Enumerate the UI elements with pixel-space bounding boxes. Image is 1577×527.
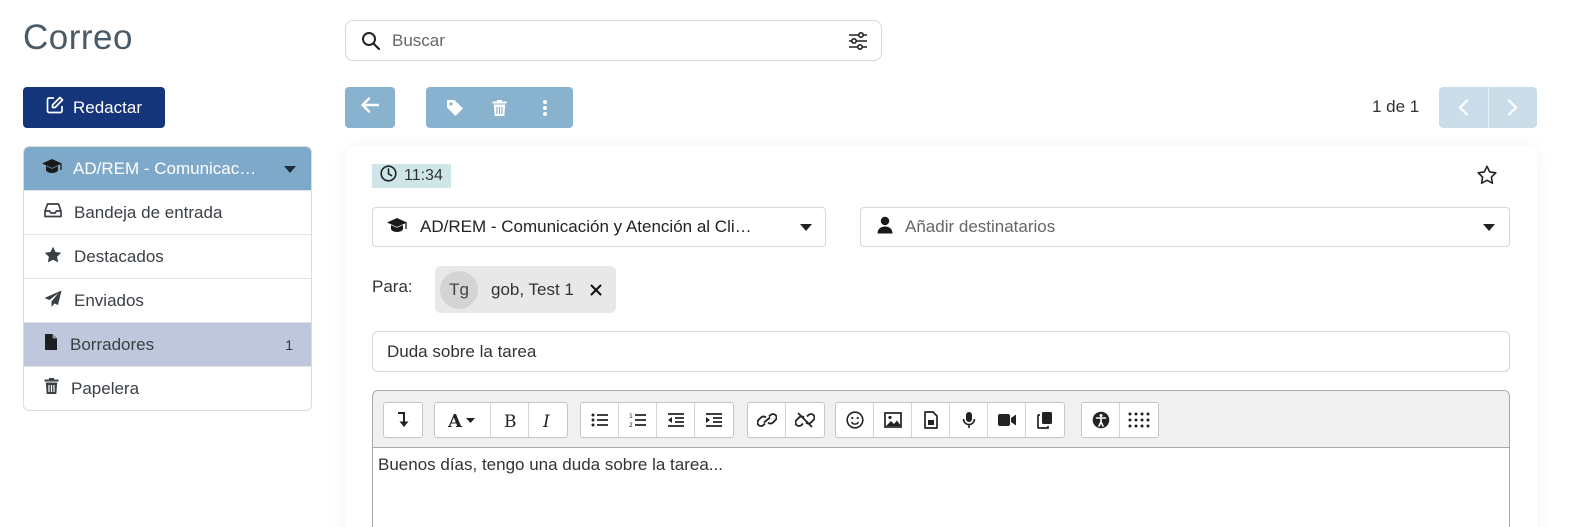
- back-button[interactable]: [345, 87, 395, 128]
- drafts-count-badge: 1: [285, 336, 293, 353]
- remove-recipient-icon[interactable]: [590, 284, 602, 296]
- font-style-icon[interactable]: A: [435, 403, 491, 437]
- accessibility-icon[interactable]: [1082, 403, 1120, 437]
- unlink-icon[interactable]: [786, 403, 824, 437]
- numbered-list-icon[interactable]: 12: [619, 403, 657, 437]
- document-icon[interactable]: [912, 403, 950, 437]
- caret-down-icon: [283, 159, 297, 179]
- user-icon: [877, 216, 893, 239]
- toolbar-group-extra: [1081, 402, 1159, 438]
- compose-button[interactable]: Redactar: [23, 87, 165, 128]
- folder-label: Destacados: [74, 246, 164, 266]
- folder-trash[interactable]: Papelera: [24, 366, 311, 410]
- to-label: Para:: [372, 277, 413, 296]
- recipient-chip: Tg gob, Test 1: [435, 266, 616, 313]
- filter-sliders-icon[interactable]: [847, 30, 869, 52]
- avatar: Tg: [440, 270, 478, 309]
- add-recipients-select[interactable]: Añadir destinatarios: [860, 207, 1510, 247]
- graduation-cap-icon: [41, 158, 63, 179]
- search-bar[interactable]: [345, 20, 882, 61]
- from-account-select[interactable]: AD/REM - Comunicación y Atención al Cli…: [372, 207, 826, 247]
- subject-field[interactable]: Duda sobre la tarea: [372, 331, 1510, 372]
- add-recipients-placeholder: Añadir destinatarios: [905, 217, 1056, 236]
- trash-icon: [44, 377, 59, 400]
- indent-icon[interactable]: [695, 403, 733, 437]
- folder-sent[interactable]: Enviados: [24, 278, 311, 322]
- search-icon: [360, 30, 382, 52]
- svg-text:2: 2: [629, 422, 633, 428]
- bullet-list-icon[interactable]: [581, 403, 619, 437]
- caret-down-icon: [1482, 217, 1496, 237]
- next-page-button[interactable]: [1489, 87, 1538, 128]
- message-compose-card: 11:34 AD/REM - Comunicación y Atención a…: [345, 146, 1537, 527]
- pagination-controls: [1439, 87, 1537, 128]
- previous-page-button[interactable]: [1439, 87, 1489, 128]
- editor-toolbar: A B I 12: [373, 391, 1509, 448]
- toolbar-group-text: A B I: [434, 402, 568, 438]
- link-icon[interactable]: [748, 403, 786, 437]
- tag-icon[interactable]: [435, 87, 475, 128]
- star-icon: [44, 246, 62, 268]
- svg-text:I: I: [542, 412, 550, 428]
- bold-icon[interactable]: B: [491, 403, 529, 437]
- file-icon: [44, 333, 58, 356]
- recipient-name: gob, Test 1: [491, 279, 574, 299]
- more-tools-grid-icon[interactable]: [1120, 403, 1158, 437]
- account-selector[interactable]: AD/REM - Comunicac…: [24, 147, 311, 190]
- toggle-toolbar-icon[interactable]: [384, 403, 422, 437]
- rich-text-editor: A B I 12 Buenos días, tengo una duda sob…: [372, 390, 1510, 527]
- message-actions: [426, 87, 573, 128]
- message-time: 11:34: [404, 167, 443, 184]
- toolbar-group-media: [835, 402, 1065, 438]
- paper-plane-icon: [44, 290, 62, 312]
- compose-label: Redactar: [73, 97, 142, 117]
- from-account-value: AD/REM - Comunicación y Atención al Cli…: [420, 217, 752, 236]
- star-toggle-icon[interactable]: [1477, 165, 1497, 189]
- more-vertical-icon[interactable]: [525, 87, 565, 128]
- clock-icon: [380, 165, 397, 187]
- arrow-left-icon: [361, 97, 380, 118]
- toolbar-group-lists: 12: [580, 402, 734, 438]
- graduation-cap-icon: [386, 217, 408, 238]
- account-name: AD/REM - Comunicac…: [73, 158, 257, 178]
- microphone-icon[interactable]: [950, 403, 988, 437]
- inbox-icon: [44, 202, 62, 223]
- delete-icon[interactable]: [480, 87, 520, 128]
- edit-icon: [46, 96, 64, 119]
- folder-label: Borradores: [70, 334, 155, 354]
- folder-label: Bandeja de entrada: [74, 202, 223, 222]
- outdent-icon[interactable]: [657, 403, 695, 437]
- message-body-editor[interactable]: Buenos días, tengo una duda sobre la tar…: [373, 448, 1509, 482]
- search-input[interactable]: [392, 30, 847, 51]
- folder-label: Enviados: [74, 290, 144, 310]
- caret-down-icon: [799, 217, 813, 237]
- toolbar-group-collapse: [383, 402, 423, 438]
- video-icon[interactable]: [988, 403, 1026, 437]
- folder-list: AD/REM - Comunicac… Bandeja de entrada D…: [23, 146, 312, 411]
- svg-text:A: A: [448, 412, 463, 428]
- folder-drafts[interactable]: Borradores 1: [24, 322, 311, 366]
- folder-starred[interactable]: Destacados: [24, 234, 311, 278]
- app-title: Correo: [23, 18, 133, 57]
- copy-icon[interactable]: [1026, 403, 1064, 437]
- pagination-status: 1 de 1: [1372, 97, 1420, 116]
- svg-text:1: 1: [629, 413, 633, 420]
- svg-text:B: B: [504, 412, 517, 428]
- emoji-icon[interactable]: [836, 403, 874, 437]
- image-icon[interactable]: [874, 403, 912, 437]
- toolbar-group-links: [747, 402, 825, 438]
- time-badge: 11:34: [372, 164, 451, 188]
- folder-label: Papelera: [71, 378, 140, 398]
- folder-inbox[interactable]: Bandeja de entrada: [24, 190, 311, 234]
- italic-icon[interactable]: I: [529, 403, 567, 437]
